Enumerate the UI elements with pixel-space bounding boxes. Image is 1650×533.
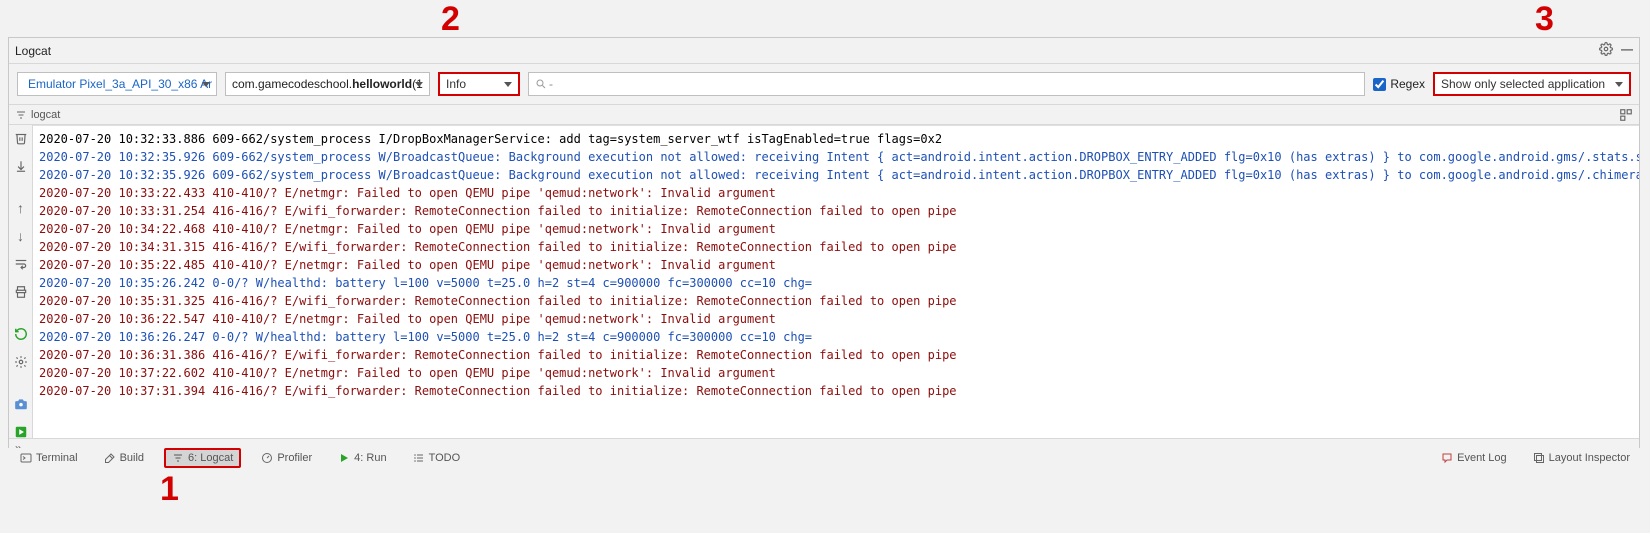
settings-icon[interactable] [1619,108,1633,122]
process-suffix: (1 [412,77,423,91]
log-line: 2020-07-20 10:33:22.433 410-410/? E/netm… [39,186,776,200]
subbar-label: logcat [31,109,60,121]
filter-icon[interactable] [15,109,27,121]
log-line: 2020-07-20 10:34:31.315 416-416/? E/wifi… [39,240,957,254]
log-level-selector[interactable]: Info [438,72,520,96]
annotation-1: 1 [160,470,179,509]
log-line: 2020-07-20 10:35:22.485 410-410/? E/netm… [39,258,776,272]
annotation-3: 3 [1535,0,1554,39]
logcat-subbar: logcat [9,105,1639,125]
log-line: 2020-07-20 10:32:35.926 609-662/system_p… [39,168,1639,182]
tab-eventlog-label: Event Log [1457,452,1507,464]
device-selector[interactable]: Emulator Pixel_3a_API_30_x86 Ar [17,72,217,96]
scroll-end-icon[interactable] [14,159,28,173]
tab-build[interactable]: Build [98,450,150,466]
panel-titlebar: Logcat — [9,38,1639,64]
trash-icon[interactable] [14,131,28,145]
tab-terminal-label: Terminal [36,452,78,464]
tab-logcat-label: 6: Logcat [188,452,233,464]
log-line: 2020-07-20 10:35:26.242 0-0/? W/healthd:… [39,276,812,290]
tab-layoutinspector[interactable]: Layout Inspector [1527,450,1636,466]
log-line: 2020-07-20 10:37:22.602 410-410/? E/netm… [39,366,776,380]
filter-selector[interactable]: Show only selected application [1433,72,1631,96]
regex-label: Regex [1390,77,1425,91]
tab-logcat[interactable]: 6: Logcat [164,448,241,468]
process-selector[interactable]: com.gamecodeschool.helloworld (1 [225,72,430,96]
logcat-gutter: ↑ ↓ [9,125,33,438]
log-line: 2020-07-20 10:36:26.247 0-0/? W/healthd:… [39,330,812,344]
layers-icon [1533,452,1545,464]
print-icon[interactable] [14,285,28,299]
filter-icon [172,452,184,464]
record-icon[interactable] [14,425,28,439]
log-level-label: Info [446,77,466,91]
regex-checkbox-input[interactable] [1373,78,1386,91]
log-line: 2020-07-20 10:32:33.886 609-662/system_p… [39,132,942,146]
tab-layoutinspector-label: Layout Inspector [1549,452,1630,464]
terminal-icon [20,452,32,464]
device-label: Emulator Pixel_3a_API_30_x86 Ar [28,77,212,91]
log-line: 2020-07-20 10:35:31.325 416-416/? E/wifi… [39,294,957,308]
search-input[interactable]: - [528,72,1365,96]
list-icon [413,452,425,464]
log-line: 2020-07-20 10:34:22.468 410-410/? E/netm… [39,222,776,236]
logcat-toolbar: Emulator Pixel_3a_API_30_x86 Ar com.game… [9,64,1639,105]
search-icon [535,78,547,90]
tab-profiler[interactable]: Profiler [255,450,318,466]
log-line: 2020-07-20 10:37:31.394 416-416/? E/wifi… [39,384,957,398]
gear-icon[interactable] [14,355,28,369]
gauge-icon [261,452,273,464]
process-prefix: com.gamecodeschool. [232,77,352,91]
up-arrow-icon[interactable]: ↑ [17,201,24,215]
tab-eventlog[interactable]: Event Log [1435,450,1513,466]
tab-todo-label: TODO [429,452,461,464]
log-line: 2020-07-20 10:32:35.926 609-662/system_p… [39,150,1639,164]
filter-label: Show only selected application [1441,77,1605,91]
balloon-icon [1441,452,1453,464]
minimize-icon[interactable]: — [1621,42,1633,59]
log-line: 2020-07-20 10:33:31.254 416-416/? E/wifi… [39,204,957,218]
gear-icon[interactable] [1599,42,1613,59]
log-line: 2020-07-20 10:36:31.386 416-416/? E/wifi… [39,348,957,362]
down-arrow-icon[interactable]: ↓ [17,229,24,243]
tab-profiler-label: Profiler [277,452,312,464]
annotation-2: 2 [441,0,460,39]
tab-build-label: Build [120,452,144,464]
bottom-tool-tabs: Terminal Build 6: Logcat Profiler 4: Run… [8,448,1642,468]
panel-title: Logcat [15,44,51,58]
process-name: helloworld [352,77,412,91]
restart-icon[interactable] [14,327,28,341]
tab-run[interactable]: 4: Run [332,450,392,466]
play-icon [338,452,350,464]
log-output[interactable]: 2020-07-20 10:32:33.886 609-662/system_p… [33,125,1639,438]
hammer-icon [104,452,116,464]
tab-todo[interactable]: TODO [407,450,467,466]
soft-wrap-icon[interactable] [14,257,28,271]
tab-run-label: 4: Run [354,452,386,464]
tab-terminal[interactable]: Terminal [14,450,84,466]
regex-checkbox[interactable]: Regex [1373,77,1425,91]
camera-icon[interactable] [14,397,28,411]
log-line: 2020-07-20 10:36:22.547 410-410/? E/netm… [39,312,776,326]
logcat-panel: Logcat — Emulator Pixel_3a_API_30_x86 Ar… [8,37,1640,457]
